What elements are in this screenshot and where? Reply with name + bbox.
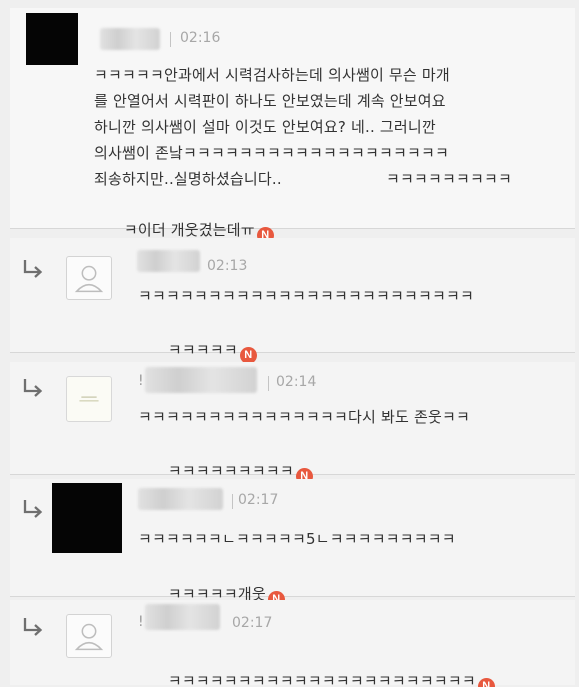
reply-arrow-icon: [23, 260, 43, 278]
comment-line: 의사쌤이 존낰ㅋㅋㅋㅋㅋㅋㅋㅋㅋㅋㅋㅋㅋㅋㅋㅋㅋㅋㅋ: [94, 144, 449, 162]
author-name-prefix: !: [138, 373, 144, 389]
main-comment: 02:16 ㅋㅋㅋㅋㅋ안과에서 시력검사하는데 의사쌤이 무슨 마개 를 안열어…: [10, 8, 575, 244]
comment-line: 를 안열어서 시력판이 하나도 안보였는데 계속 안보여요: [94, 92, 446, 110]
avatar[interactable]: [26, 13, 78, 65]
comment-time: 02:17: [232, 615, 273, 631]
author-name-blurred[interactable]: [137, 250, 200, 272]
separator: [170, 32, 171, 47]
reply-comment: 02:17 ㅋㅋㅋㅋㅋㅋㄴㅋㅋㅋㅋㅋ5ㄴㅋㅋㅋㅋㅋㅋㅋㅋㅋ ㅋㅋㅋㅋㅋ개웃 N: [10, 479, 575, 608]
author-name-blurred[interactable]: [100, 28, 160, 50]
comment-time: 02:17: [238, 492, 279, 508]
reply-comment: ! 02:14 ㅋㅋㅋㅋㅋㅋㅋㅋㅋㅋㅋㅋㅋㅋㅋ다시 봐도 존웃ㅋㅋ ㅋㅋㅋㅋㅋㅋ…: [10, 362, 575, 485]
separator: [232, 494, 233, 509]
default-user-icon[interactable]: [66, 614, 112, 658]
comment-line: ㅋㅋㅋㅋㅋㅋㅋㅋㅋㅋㅋㅋㅋㅋㅋㅋㅋㅋㅋㅋㅋㅋㅋㅋ: [138, 287, 475, 305]
comment-time: 02:16: [180, 30, 221, 46]
comment-line: 하니깐 의사쌤이 설마 이것도 안보여요? 네.. 그러니깐: [94, 118, 436, 136]
comment-line-text: ㅋㅋㅋㅋㅋ: [167, 341, 238, 359]
reply-comment: 02:13 ㅋㅋㅋㅋㅋㅋㅋㅋㅋㅋㅋㅋㅋㅋㅋㅋㅋㅋㅋㅋㅋㅋㅋㅋ ㅋㅋㅋㅋㅋ N: [10, 238, 575, 364]
author-name-prefix: !: [138, 614, 144, 630]
comment-line: ㅋㅋㅋㅋㅋ안과에서 시력검사하는데 의사쌤이 무슨 마개: [94, 66, 450, 84]
comment-line-text: ㅋㅋㅋㅋㅋㅋㅋㅋㅋㅋㅋㅋㅋㅋㅋㅋㅋㅋㅋㅋㅋㅋ: [167, 672, 476, 687]
comment-time: 02:14: [276, 374, 317, 390]
default-user-icon[interactable]: [66, 256, 112, 300]
avatar[interactable]: [66, 376, 112, 422]
reply-comment: ! 02:17 ㅋㅋㅋㅋㅋㅋㅋㅋㅋㅋㅋㅋㅋㅋㅋㅋㅋㅋㅋㅋㅋㅋ N: [10, 600, 575, 687]
comment-line: 죄송하지만..실명하셨습니다..: [94, 170, 282, 188]
separator: [268, 376, 269, 391]
author-name-blurred[interactable]: [138, 488, 223, 510]
comment-line: ㅋㅋㅋㅋㅋㅋㅋㅋㅋㅋㅋㅋㅋㅋㅋ다시 봐도 존웃ㅋㅋ: [138, 408, 470, 426]
comment-time: 02:13: [207, 258, 248, 274]
reply-arrow-icon: [23, 618, 43, 636]
comment-line: ㅋㅋㅋㅋㅋㅋㄴㅋㅋㅋㅋㅋ5ㄴㅋㅋㅋㅋㅋㅋㅋㅋㅋ: [138, 530, 456, 548]
comment-line-tail: ㅋㅋㅋㅋㅋㅋㅋㅋㅋ: [386, 170, 513, 188]
reply-arrow-icon: [23, 379, 43, 397]
comment-line: ㅋㅋㅋㅋㅋㅋㅋㅋㅋㅋㅋㅋㅋㅋㅋㅋㅋㅋㅋㅋㅋㅋ N: [138, 644, 495, 687]
comment-thread: 02:16 ㅋㅋㅋㅋㅋ안과에서 시력검사하는데 의사쌤이 무슨 마개 를 안열어…: [0, 0, 579, 687]
author-name-blurred[interactable]: [145, 367, 257, 393]
new-badge: N: [477, 678, 495, 687]
comment-line-text: ㅋㅋㅋㅋㅋㅋㅋㅋㅋ: [167, 462, 294, 480]
reply-arrow-icon: [23, 500, 43, 518]
author-name-blurred[interactable]: [145, 604, 220, 630]
comment-line-text: ㅋ이더 개웃겼는데ㅠ: [123, 221, 255, 239]
avatar[interactable]: [52, 483, 122, 553]
